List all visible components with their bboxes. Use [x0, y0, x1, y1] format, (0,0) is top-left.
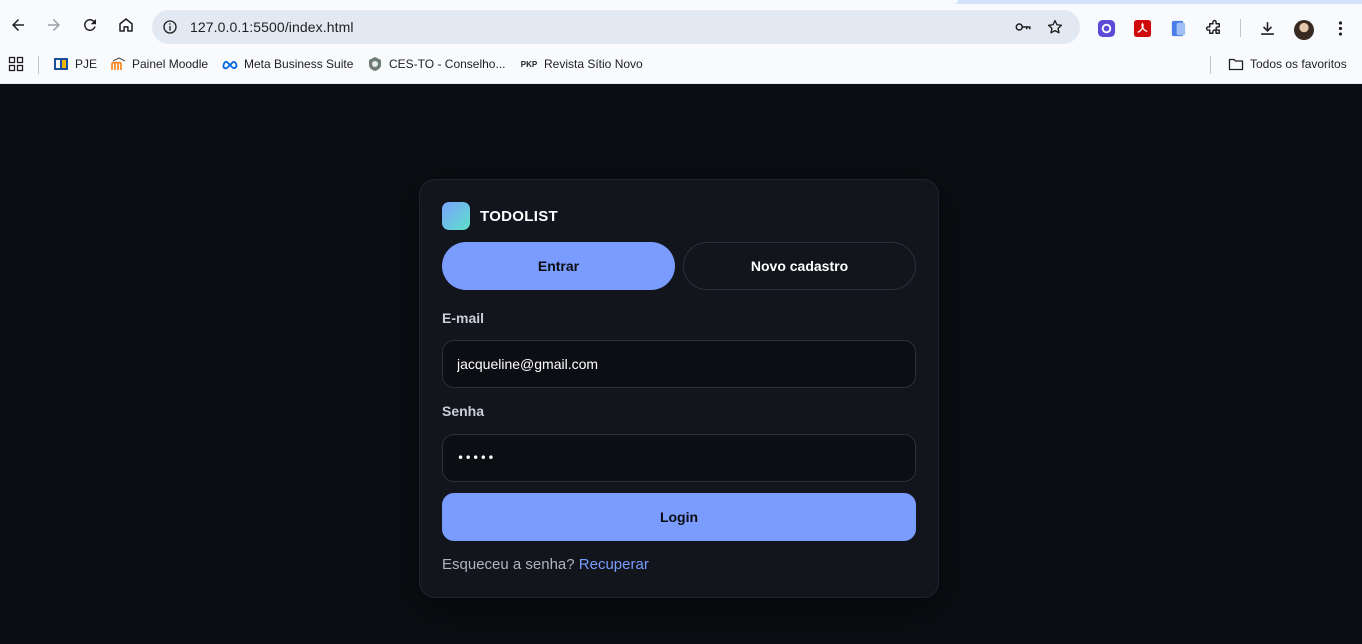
- email-input[interactable]: [457, 356, 901, 372]
- bookmark-label: CES-TO - Conselho...: [389, 57, 506, 71]
- todolist-logo-icon: [442, 202, 470, 230]
- forgot-password: Esqueceu a senha? Recuperar: [442, 556, 649, 573]
- meta-icon: [222, 56, 238, 72]
- reload-icon: [83, 18, 96, 31]
- brand: TODOLIST: [442, 202, 558, 230]
- all-bookmarks-label: Todos os favoritos: [1250, 57, 1347, 71]
- extensions-puzzle-icon[interactable]: [1204, 18, 1224, 38]
- bookmark-painel-moodle[interactable]: Painel Moodle: [110, 49, 208, 79]
- tab-novo-cadastro[interactable]: Novo cadastro: [683, 242, 916, 290]
- auth-tabs: Entrar Novo cadastro: [442, 242, 916, 290]
- bookmarks-divider: [38, 56, 39, 74]
- password-field[interactable]: •••••: [442, 434, 916, 482]
- email-label: E-mail: [442, 310, 485, 326]
- bookmark-meta-business-suite[interactable]: Meta Business Suite: [222, 49, 353, 79]
- ces-to-icon: [367, 56, 383, 72]
- address-bar[interactable]: 127.0.0.1:5500/index.html: [152, 10, 1080, 44]
- forward-button[interactable]: [39, 10, 69, 40]
- bookmark-pje[interactable]: PJE: [53, 49, 97, 79]
- login-card: TODOLIST Entrar Novo cadastro E-mail Sen…: [419, 179, 939, 598]
- password-input[interactable]: •••••: [457, 451, 495, 465]
- forward-arrow-icon: [48, 19, 60, 31]
- pdf-extension-icon[interactable]: [1132, 18, 1152, 38]
- back-button[interactable]: [3, 10, 33, 40]
- url-text[interactable]: 127.0.0.1:5500/index.html: [190, 19, 354, 35]
- recover-link[interactable]: Recuperar: [579, 556, 649, 573]
- menu-kebab-icon[interactable]: [1330, 18, 1350, 38]
- folder-icon: [1228, 56, 1244, 72]
- forgot-text: Esqueceu a senha?: [442, 556, 575, 573]
- home-icon: [119, 18, 133, 32]
- toolbar-divider: [1240, 19, 1241, 37]
- extension-purple-icon[interactable]: [1096, 18, 1116, 38]
- bookmark-star-icon[interactable]: [1046, 18, 1064, 36]
- bookmark-label: Painel Moodle: [132, 57, 209, 71]
- downloads-icon[interactable]: [1257, 18, 1277, 38]
- email-field[interactable]: [442, 340, 916, 388]
- reload-button[interactable]: [75, 10, 105, 40]
- bookmark-label: Meta Business Suite: [244, 57, 354, 71]
- bookmarks-bar: PJE Painel Moodle Meta Business Suite CE…: [0, 49, 1362, 84]
- password-label: Senha: [442, 403, 485, 419]
- browser-toolbar: 127.0.0.1:5500/index.html: [0, 4, 1362, 49]
- profile-avatar[interactable]: [1294, 20, 1314, 40]
- bookmarks-divider: [1210, 56, 1211, 74]
- apps-grid-icon: [8, 56, 24, 72]
- apps-grid-button[interactable]: [8, 49, 24, 79]
- password-key-icon[interactable]: [1014, 18, 1032, 36]
- moodle-icon: [110, 56, 126, 72]
- tab-entrar[interactable]: Entrar: [442, 242, 675, 290]
- back-arrow-icon: [12, 19, 24, 31]
- login-button[interactable]: Login: [442, 493, 916, 541]
- bookmark-label: PJE: [75, 57, 98, 71]
- pje-icon: [53, 56, 69, 72]
- bookmark-label: Revista Sítio Novo: [544, 57, 643, 71]
- site-info-icon[interactable]: [162, 19, 178, 35]
- all-bookmarks-folder[interactable]: Todos os favoritos: [1228, 49, 1347, 79]
- bookmark-ces-to[interactable]: CES-TO - Conselho...: [367, 49, 505, 79]
- home-button[interactable]: [111, 10, 141, 40]
- extension-blue-icon[interactable]: [1168, 18, 1188, 38]
- bookmark-revista-sitio-novo[interactable]: PKP Revista Sítio Novo: [520, 49, 643, 79]
- pkp-icon: PKP: [520, 59, 538, 69]
- brand-title: TODOLIST: [480, 207, 558, 225]
